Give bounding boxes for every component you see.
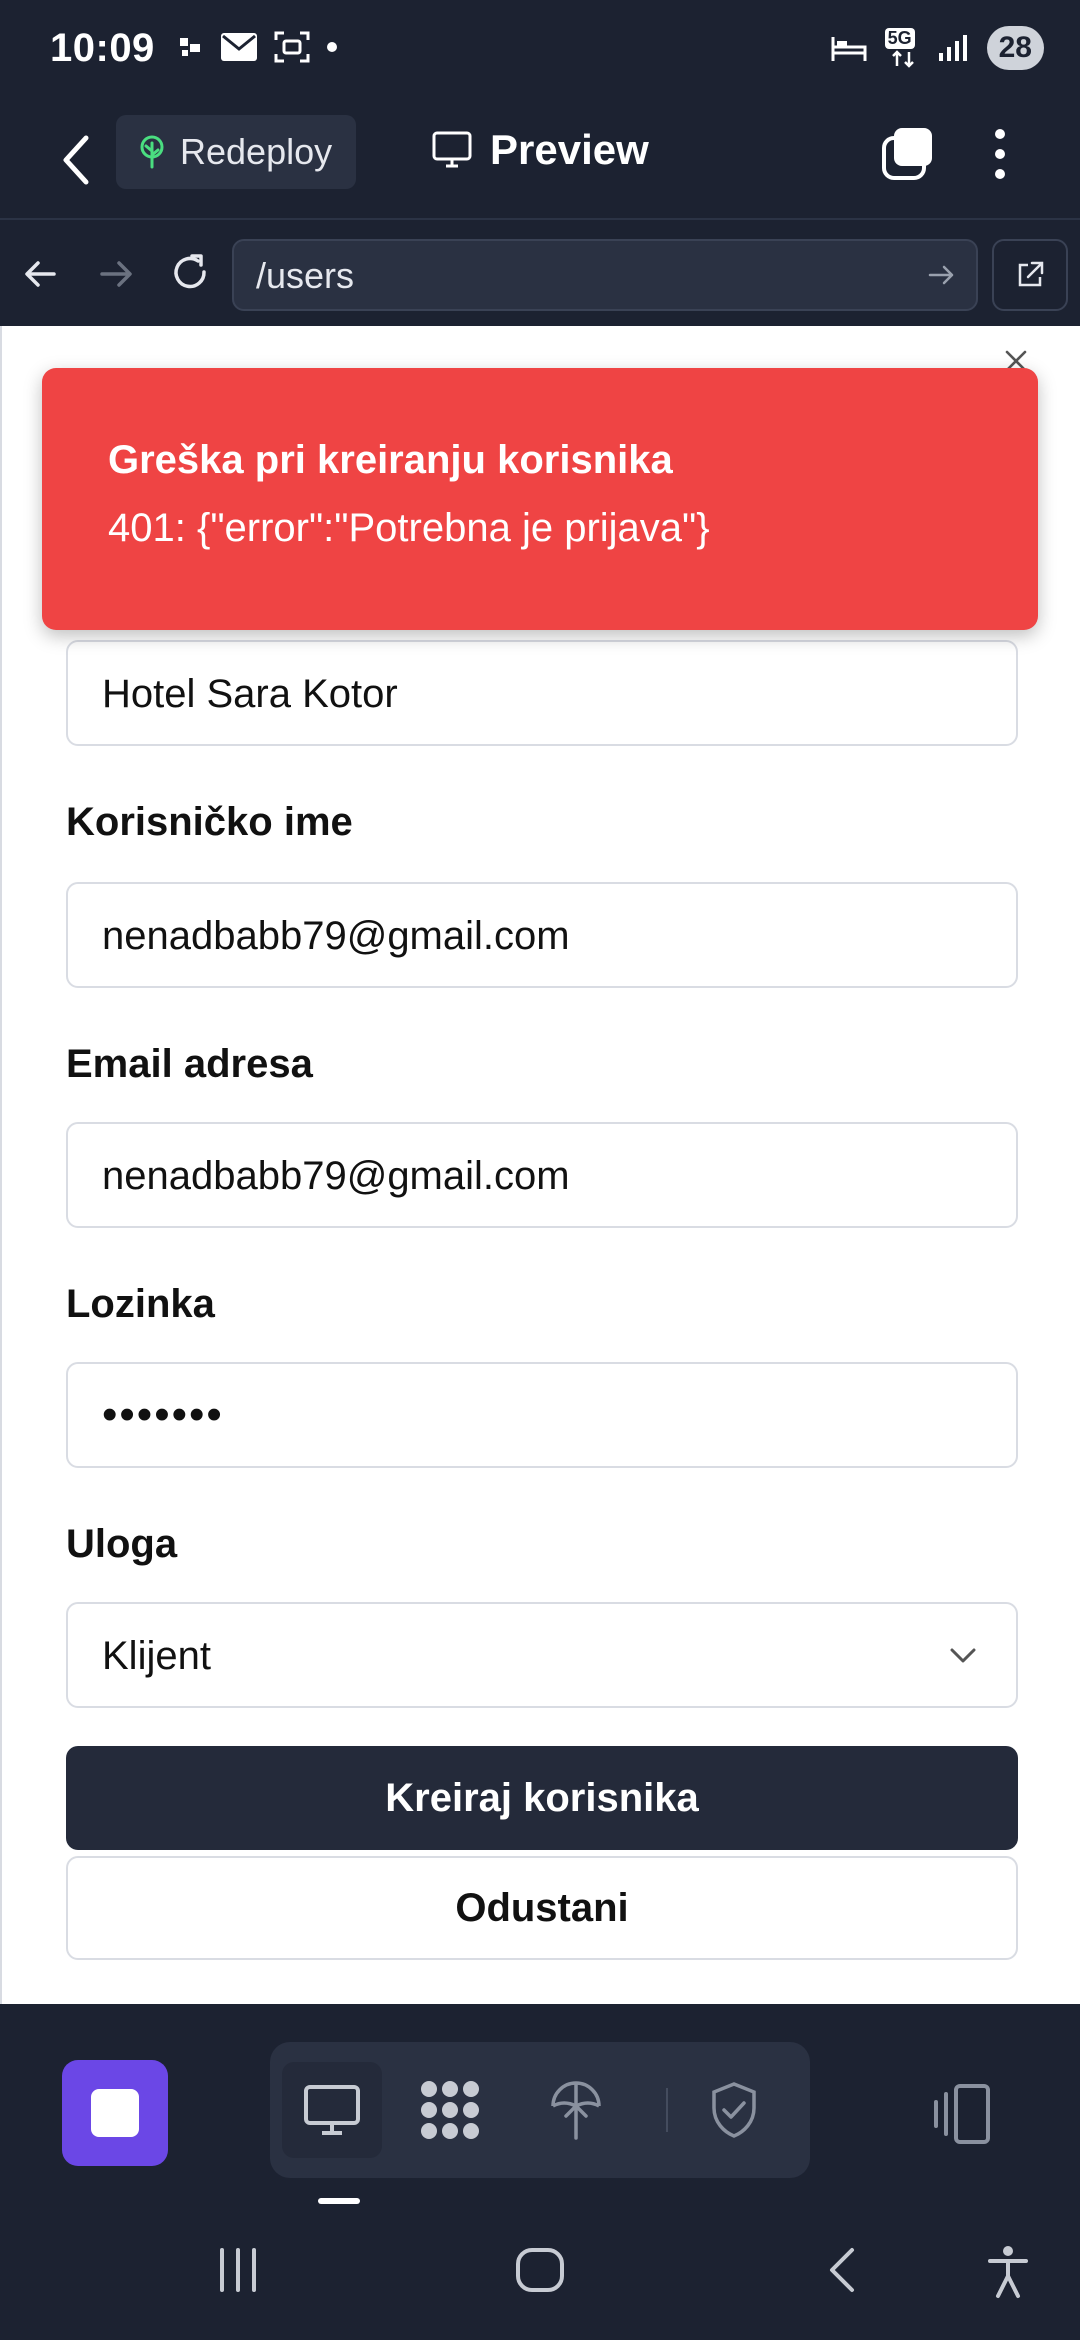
create-user-button[interactable]: Kreiraj korisnika [66,1746,1018,1850]
status-time: 10:09 [50,26,155,70]
screenshot-icon [274,31,310,63]
system-navigation [0,2204,1080,2340]
accessibility-icon[interactable] [986,2244,1030,2300]
reload-icon[interactable] [162,246,218,302]
url-bar: /users [0,222,1080,326]
tree-icon [140,135,164,169]
system-back-icon[interactable] [822,2244,862,2296]
preview-title: Preview [432,126,649,174]
error-toast[interactable]: Greška pri kreiranju korisnika 401: {"er… [42,368,1038,630]
battery-indicator: 28 [986,26,1044,70]
device-toggle-icon[interactable] [930,2080,1000,2150]
password-label: Lozinka [66,1282,215,1326]
system-status-icons: 5G 28 [831,26,1044,70]
username-value: nenadbabb79@gmail.com [102,914,570,958]
modules-button[interactable] [400,2062,500,2158]
network-5g-icon: 5G [884,28,919,68]
redeploy-button[interactable]: Redeploy [116,115,356,189]
role-label: Uloga [66,1522,178,1566]
nav-forward-icon[interactable] [88,246,144,302]
username-field[interactable]: nenadbabb79@gmail.com [66,882,1018,988]
shield-check-icon [712,2082,756,2138]
open-external-button[interactable] [992,239,1068,311]
sleep-mode-icon [831,37,867,61]
status-bar: 10:09 5G 28 [0,0,1080,100]
preview-label: Preview [490,126,649,173]
dot-icon [327,42,337,52]
url-text: /users [256,255,355,296]
cancel-label: Odustani [455,1885,629,1930]
monitor-icon [432,131,472,168]
network-label: 5G [884,28,915,49]
back-arrow-icon[interactable] [52,130,98,190]
recent-apps-icon[interactable] [214,2244,262,2296]
password-value: ••••••• [102,1390,224,1439]
toast-title: Greška pri kreiranju korisnika [108,438,673,482]
toast-message: 401: {"error":"Potrebna je prijava"} [108,506,710,550]
stop-square-icon [91,2089,139,2137]
app-notification-icon [180,38,200,56]
email-value: nenadbabb79@gmail.com [102,1154,570,1198]
desktop-view-button[interactable] [282,2062,382,2158]
bottom-toolbar [0,2004,1080,2204]
modules-icon [421,2081,479,2139]
nav-back-icon[interactable] [14,246,70,302]
external-link-icon [1018,261,1044,287]
hotel-field[interactable]: Hotel Sara Kotor [66,640,1018,746]
role-select[interactable]: Klijent [66,1602,1018,1708]
url-input[interactable]: /users [232,239,978,311]
deploy-button[interactable] [526,2062,626,2158]
email-field[interactable]: nenadbabb79@gmail.com [66,1122,1018,1228]
tabs-icon[interactable] [880,124,936,184]
chevron-down-icon [950,1648,976,1663]
password-field[interactable]: ••••••• [66,1362,1018,1468]
username-label: Korisničko ime [66,800,353,844]
mail-icon [221,33,257,61]
app-bar: Redeploy Preview [0,100,1080,220]
role-value: Klijent [102,1634,211,1678]
email-label: Email adresa [66,1042,313,1086]
create-user-label: Kreiraj korisnika [385,1775,699,1820]
home-icon[interactable] [514,2244,566,2296]
cancel-button[interactable]: Odustani [66,1856,1018,1960]
go-arrow-icon[interactable] [926,259,958,291]
signal-icon [938,35,967,61]
app-launcher-button[interactable] [62,2060,168,2166]
tool-group [270,2042,810,2178]
security-button[interactable] [684,2062,784,2158]
toolbar-divider [666,2088,668,2132]
more-menu-icon[interactable] [980,124,1020,184]
hotel-value: Hotel Sara Kotor [102,672,398,716]
redeploy-label: Redeploy [180,131,333,172]
deploy-icon [551,2081,601,2140]
desktop-icon [304,2085,360,2135]
notification-icons [178,30,338,64]
